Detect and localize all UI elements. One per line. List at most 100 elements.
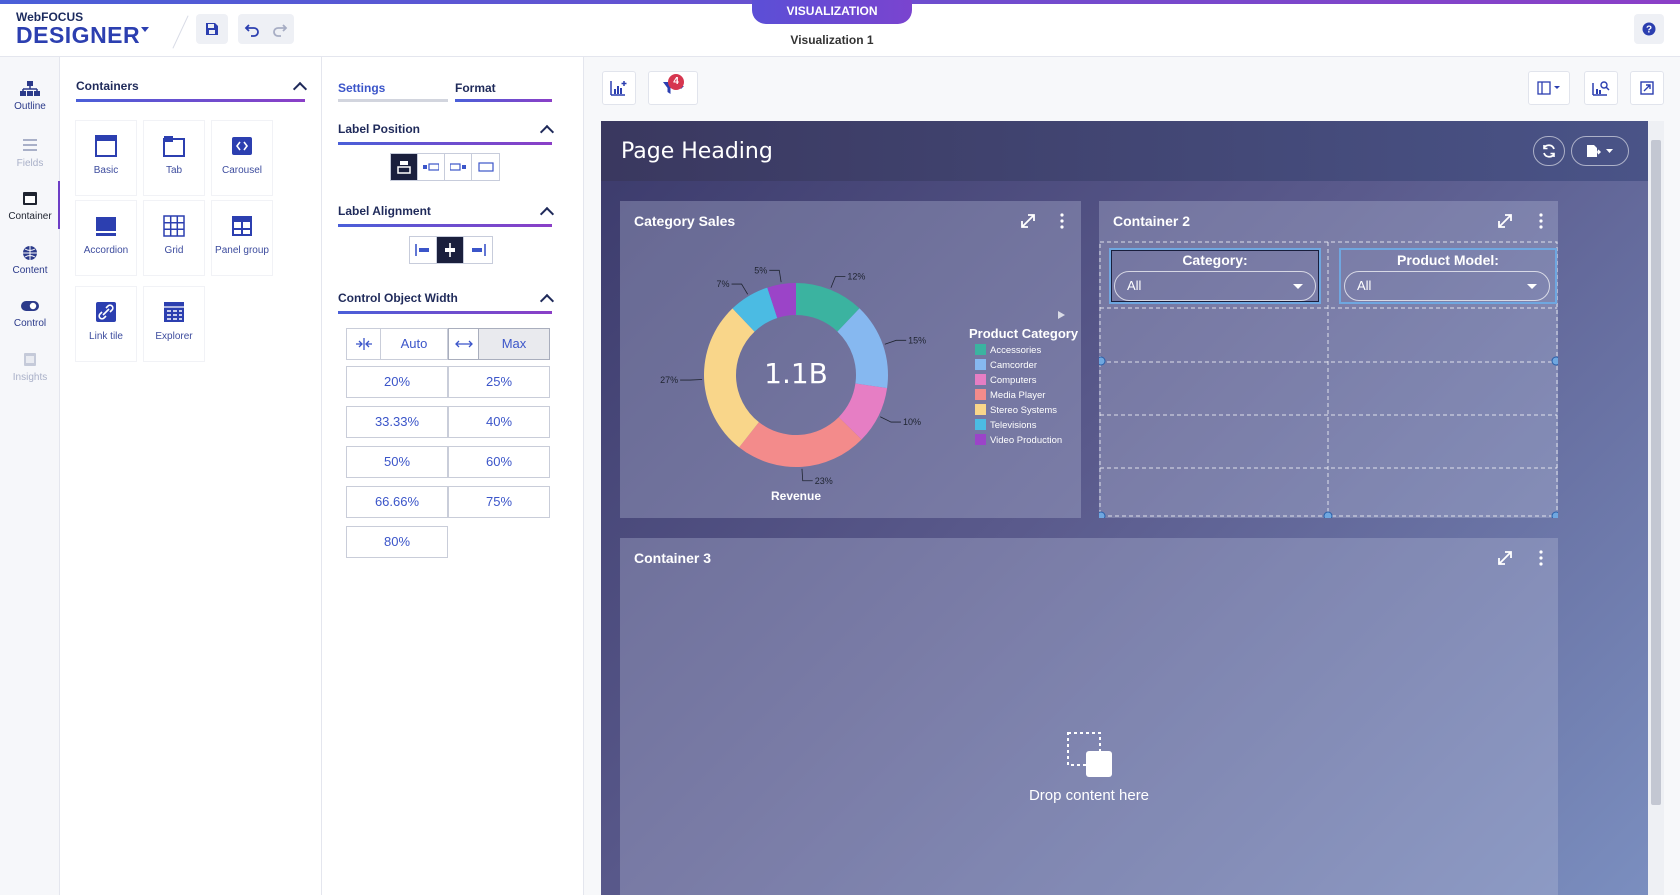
section-underline <box>338 142 552 145</box>
containers-title: Containers <box>76 79 139 93</box>
mode-pill[interactable]: VISUALIZATION <box>752 0 912 24</box>
leader-line <box>769 269 782 283</box>
width-option-button[interactable]: 80% <box>346 526 448 558</box>
more-options-icon[interactable] <box>1539 550 1543 566</box>
legend-item[interactable]: Stereo Systems <box>975 404 1057 418</box>
label-position-title: Label Position <box>338 122 421 136</box>
add-chart-button[interactable] <box>602 71 636 105</box>
category-select[interactable]: All <box>1114 271 1316 301</box>
section-underline <box>338 311 552 314</box>
expand-icon[interactable] <box>1497 213 1513 229</box>
width-option-button[interactable]: 20% <box>346 366 448 398</box>
collapse-chevron-icon[interactable] <box>539 124 555 140</box>
legend-item[interactable]: Computers <box>975 374 1036 388</box>
width-option-button[interactable]: 25% <box>448 366 550 398</box>
container-tile-grid[interactable]: Grid <box>144 201 204 275</box>
product-model-filter-control[interactable]: Product Model: All <box>1339 248 1557 304</box>
legend-item[interactable]: Video Production <box>975 434 1062 448</box>
legend-swatch <box>975 374 986 385</box>
category-filter-control[interactable]: Category: All <box>1109 248 1321 304</box>
legend-swatch <box>975 404 986 415</box>
width-option-button[interactable]: 50% <box>346 446 448 478</box>
save-button[interactable] <box>196 14 228 44</box>
rail-item-insights[interactable]: Insights <box>0 342 60 396</box>
leader-line <box>680 379 703 381</box>
collapse-chevron-icon[interactable] <box>292 81 308 97</box>
width-option-button[interactable]: 75% <box>448 486 550 518</box>
brand-title[interactable]: DESIGNER <box>16 22 140 49</box>
container-tile-explorer[interactable]: Explorer <box>144 287 204 361</box>
rail-item-control[interactable]: Control <box>0 288 60 342</box>
rail-item-content[interactable]: Content <box>0 235 60 289</box>
label-position-left[interactable] <box>418 154 445 180</box>
document-title[interactable]: Visualization 1 <box>752 33 912 47</box>
container-tile-panel-group[interactable]: Panel group <box>212 201 272 275</box>
container-tile-carousel[interactable]: Carousel <box>212 121 272 195</box>
container-2-panel[interactable]: Container 2 Category: All Product Model: <box>1099 201 1558 518</box>
container-tile-accordion[interactable]: Accordion <box>76 201 136 275</box>
label-position-segmented <box>390 153 500 181</box>
slice-value-label: 10% <box>903 417 921 427</box>
redo-icon[interactable] <box>272 21 288 37</box>
export-button[interactable] <box>1571 136 1629 166</box>
category-sales-panel[interactable]: Category Sales 12% 15% 10% 23% 27% 7% 5% 1.1B … <box>620 201 1081 518</box>
label-position-none[interactable] <box>472 154 499 180</box>
export-icon <box>1587 145 1613 157</box>
width-option-button[interactable]: 40% <box>448 406 550 438</box>
label-position-right[interactable] <box>445 154 472 180</box>
expand-icon[interactable] <box>1497 550 1513 566</box>
scrollbar-thumb[interactable] <box>1651 140 1661 805</box>
chart-legend: Accessories Camcorder Computers Media Playe… <box>975 344 1085 454</box>
label-alignment-segmented <box>409 236 493 264</box>
brand-caret-icon[interactable] <box>141 27 149 32</box>
donut-slice-media-player[interactable] <box>739 417 862 467</box>
width-option-button[interactable]: 33.33% <box>346 406 448 438</box>
select-value: All <box>1357 278 1372 293</box>
slice-value-label: 27% <box>660 375 678 385</box>
help-button[interactable]: ? <box>1634 14 1664 44</box>
rail-item-container[interactable]: Container <box>0 181 60 235</box>
slice-value-label: 23% <box>815 476 833 486</box>
chart-search-button[interactable] <box>1584 71 1618 105</box>
legend-scroll-arrow-icon[interactable] <box>1058 311 1065 319</box>
fullscreen-button[interactable] <box>1630 71 1664 105</box>
outline-icon <box>20 81 40 96</box>
width-auto-button[interactable]: Auto <box>346 328 448 360</box>
container-tile-basic[interactable]: Basic <box>76 121 136 195</box>
rail-item-fields[interactable]: Fields <box>0 128 60 182</box>
label-position-top[interactable] <box>391 154 418 180</box>
rail-label: Control <box>13 318 47 329</box>
align-left[interactable] <box>410 237 437 263</box>
tile-label: Link tile <box>89 331 123 342</box>
legend-item[interactable]: Accessories <box>975 344 1041 358</box>
tab-format[interactable]: Format <box>455 81 496 95</box>
more-options-icon[interactable] <box>1539 213 1543 229</box>
collapse-chevron-icon[interactable] <box>539 293 555 309</box>
refresh-button[interactable] <box>1533 136 1565 166</box>
layout-button[interactable] <box>1528 71 1570 105</box>
width-option-button[interactable]: 60% <box>448 446 550 478</box>
container-tile-tab[interactable]: Tab <box>144 121 204 195</box>
rail-label: Container <box>8 211 52 222</box>
label-alignment-title: Label Alignment <box>338 204 431 218</box>
collapse-chevron-icon[interactable] <box>539 206 555 222</box>
undo-icon[interactable] <box>244 21 260 37</box>
page-heading[interactable]: Page Heading <box>621 139 773 164</box>
tile-label: Accordion <box>83 245 129 256</box>
rail-item-outline[interactable]: Outline <box>0 71 60 125</box>
align-right[interactable] <box>464 237 492 263</box>
width-option-button[interactable]: 66.66% <box>346 486 448 518</box>
tab-settings[interactable]: Settings <box>338 81 385 95</box>
legend-item[interactable]: Media Player <box>975 389 1045 403</box>
tile-label: Panel group <box>215 245 269 256</box>
chevron-down-icon <box>1527 284 1537 289</box>
legend-item[interactable]: Televisions <box>975 419 1036 433</box>
container-tile-link-tile[interactable]: Link tile <box>76 287 136 361</box>
align-center[interactable] <box>437 237 464 263</box>
legend-swatch <box>975 389 986 400</box>
tile-label: Basic <box>93 165 119 176</box>
product-model-select[interactable]: All <box>1344 271 1550 301</box>
width-max-button[interactable]: Max <box>448 328 550 360</box>
container-3-panel[interactable]: Container 3 Drop content here <box>620 538 1558 895</box>
legend-item[interactable]: Camcorder <box>975 359 1037 373</box>
